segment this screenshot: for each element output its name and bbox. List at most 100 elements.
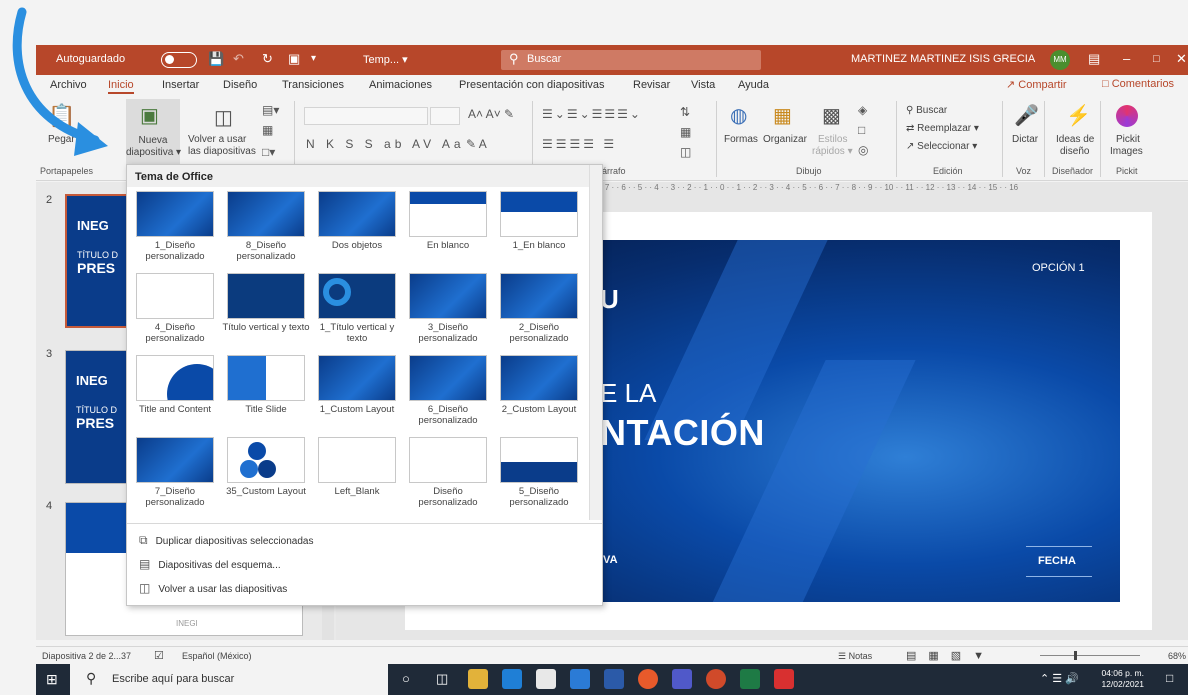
- duplicate-slides-command[interactable]: ⧉ Duplicar diapositivas seleccionadas: [139, 533, 313, 548]
- layout-option[interactable]: 5_Diseño personalizado: [495, 437, 583, 508]
- layout-option[interactable]: 8_Diseño personalizado: [222, 191, 310, 262]
- layout-option[interactable]: 1_Título vertical y texto: [313, 273, 401, 344]
- quick-styles-icon[interactable]: ▩: [822, 103, 841, 128]
- font-format-icons[interactable]: N K S S ab AV Aa: [306, 137, 465, 151]
- layout-option[interactable]: 7_Diseño personalizado: [131, 437, 219, 508]
- zoom-level[interactable]: 68%: [1168, 651, 1186, 661]
- cortana-icon[interactable]: ○: [402, 671, 410, 686]
- quick-styles-label-2[interactable]: rápidos ▾: [812, 146, 853, 158]
- search-box[interactable]: ⚲ Buscar: [501, 50, 761, 70]
- smartart-icon[interactable]: ◫: [680, 145, 691, 159]
- reuse-slides-label-2[interactable]: las diapositivas: [188, 146, 256, 158]
- dictate-label[interactable]: Dictar: [1012, 134, 1038, 146]
- shape-fill-icon[interactable]: ◈: [858, 103, 867, 117]
- select-button[interactable]: ↗ Seleccionar ▾: [906, 141, 977, 153]
- redo-icon[interactable]: ↻: [262, 51, 273, 67]
- reuse-slides-icon[interactable]: ◫: [214, 105, 233, 130]
- windows-start-icon[interactable]: ⊞: [46, 671, 58, 688]
- layout-option[interactable]: Title and Content: [131, 355, 219, 415]
- text-direction-icon[interactable]: ⇅: [680, 105, 690, 119]
- font-grow-icon[interactable]: A˄ A˅ ✎: [468, 107, 514, 121]
- view-buttons[interactable]: ▤▦▧▼: [906, 649, 996, 662]
- taskbar-search[interactable]: ⚲ Escribe aquí para buscar: [70, 664, 388, 695]
- shape-effects-icon[interactable]: ◎: [858, 143, 868, 157]
- arrange-icon[interactable]: ▦: [773, 103, 792, 128]
- zoom-slider-thumb[interactable]: [1074, 651, 1077, 660]
- layout-option[interactable]: Dos objetos: [313, 191, 401, 251]
- find-button[interactable]: ⚲ Buscar: [906, 105, 947, 117]
- tab-animaciones[interactable]: Animaciones: [369, 79, 432, 91]
- replace-button[interactable]: ⇄ Reemplazar ▾: [906, 123, 979, 135]
- layout-option[interactable]: Título vertical y texto: [222, 273, 310, 333]
- layout-option[interactable]: Title Slide: [222, 355, 310, 415]
- shapes-label[interactable]: Formas: [724, 134, 758, 146]
- layout-option[interactable]: 6_Diseño personalizado: [404, 355, 492, 426]
- align-icons[interactable]: ☰☰☰☰ ☰: [542, 137, 617, 151]
- chrome-icon[interactable]: [638, 669, 658, 689]
- outline-slides-command[interactable]: ▤ Diapositivas del esquema...: [139, 557, 281, 571]
- tab-transiciones[interactable]: Transiciones: [282, 79, 344, 91]
- file-explorer-icon[interactable]: [468, 669, 488, 689]
- layout-option[interactable]: 4_Diseño personalizado: [131, 273, 219, 344]
- word-icon[interactable]: [604, 669, 624, 689]
- pickit-label-1[interactable]: Pickit: [1116, 134, 1140, 146]
- shape-outline-icon[interactable]: □: [858, 123, 865, 137]
- comments-button[interactable]: □ Comentarios: [1102, 78, 1174, 90]
- quick-styles-label-1[interactable]: Estilos: [818, 134, 847, 146]
- font-size-box[interactable]: [430, 107, 460, 125]
- align-text-icon[interactable]: ▦: [680, 125, 691, 139]
- outlook-icon[interactable]: [570, 669, 590, 689]
- close-icon[interactable]: ✕: [1176, 51, 1187, 67]
- tab-insertar[interactable]: Insertar: [162, 79, 199, 91]
- tab-diseno[interactable]: Diseño: [223, 79, 257, 91]
- font-color-icon[interactable]: ✎ A: [466, 137, 487, 151]
- tab-presentacion[interactable]: Presentación con diapositivas: [459, 79, 605, 91]
- layout-option[interactable]: 1_Diseño personalizado: [131, 191, 219, 262]
- layout-option[interactable]: Left_Blank: [313, 437, 401, 497]
- microphone-icon[interactable]: 🎤: [1014, 103, 1039, 128]
- layout-option[interactable]: 35_Custom Layout: [222, 437, 310, 497]
- tab-vista[interactable]: Vista: [691, 79, 715, 91]
- layout-option[interactable]: 1_En blanco: [495, 191, 583, 251]
- share-button[interactable]: ↗ Compartir: [1006, 78, 1067, 91]
- section-icon[interactable]: □▾: [262, 145, 275, 159]
- clock[interactable]: 04:06 p. m. 12/02/2021: [1101, 668, 1144, 690]
- system-tray-icons[interactable]: ⌃ ☰ 🔊: [1040, 672, 1079, 685]
- arrange-label[interactable]: Organizar: [763, 134, 807, 146]
- ribbon-display-icon[interactable]: ▤: [1088, 51, 1100, 67]
- customize-icon[interactable]: ▣: [288, 51, 300, 67]
- minimize-icon[interactable]: –: [1123, 51, 1130, 66]
- font-family-box[interactable]: [304, 107, 428, 125]
- teams-icon[interactable]: [672, 669, 692, 689]
- language-status[interactable]: Español (México): [182, 651, 252, 661]
- layout-option[interactable]: 3_Diseño personalizado: [404, 273, 492, 344]
- qat-dropdown-icon[interactable]: ▾: [311, 53, 316, 64]
- save-icon[interactable]: 💾: [208, 51, 224, 67]
- reuse-slides-command[interactable]: ◫ Volver a usar las diapositivas: [139, 581, 287, 595]
- tab-revisar[interactable]: Revisar: [633, 79, 670, 91]
- layout-icon[interactable]: ▤▾: [262, 103, 279, 117]
- powerpoint-icon[interactable]: [706, 669, 726, 689]
- maximize-icon[interactable]: □: [1153, 53, 1160, 65]
- shapes-icon[interactable]: ◍: [730, 103, 747, 128]
- avatar[interactable]: MM: [1050, 50, 1070, 70]
- edge-icon[interactable]: [502, 669, 522, 689]
- document-title[interactable]: Temp... ▾: [363, 53, 408, 66]
- design-ideas-icon[interactable]: ⚡: [1066, 103, 1091, 128]
- design-ideas-label-2[interactable]: diseño: [1060, 146, 1089, 158]
- gallery-scrollbar[interactable]: [589, 165, 602, 520]
- undo-icon[interactable]: ↶: [233, 51, 244, 67]
- autosave-toggle[interactable]: [161, 52, 197, 68]
- layout-option[interactable]: En blanco: [404, 191, 492, 251]
- excel-icon[interactable]: [740, 669, 760, 689]
- notifications-icon[interactable]: □: [1166, 671, 1173, 685]
- spellcheck-icon[interactable]: ☑: [154, 649, 164, 662]
- list-icons[interactable]: ☰⌄☰⌄☰☰☰⌄: [542, 107, 642, 121]
- reset-icon[interactable]: ▦: [262, 123, 273, 137]
- layout-option[interactable]: 2_Diseño personalizado: [495, 273, 583, 344]
- pickit-icon[interactable]: [1116, 105, 1138, 127]
- layout-option[interactable]: 1_Custom Layout: [313, 355, 401, 415]
- layout-option[interactable]: Diseño personalizado: [404, 437, 492, 508]
- notes-button[interactable]: ☰ Notas: [838, 651, 872, 662]
- store-icon[interactable]: [536, 669, 556, 689]
